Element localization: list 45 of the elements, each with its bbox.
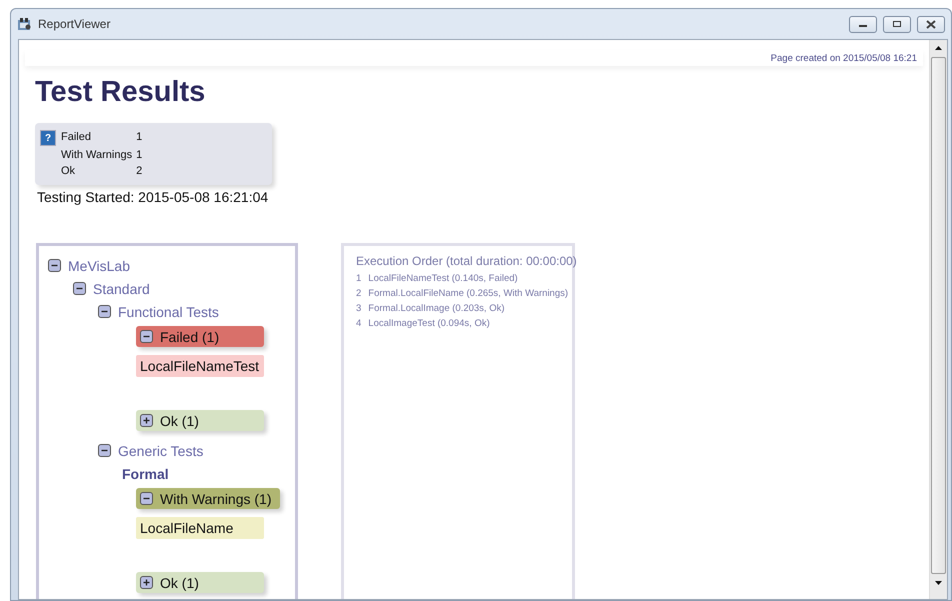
expand-icon[interactable] bbox=[140, 576, 153, 589]
status-group[interactable]: With Warnings (1) bbox=[136, 488, 280, 509]
execution-number: 2 bbox=[356, 288, 362, 299]
app-icon bbox=[17, 17, 32, 31]
collapse-icon[interactable] bbox=[140, 492, 153, 505]
summary-count: 1 bbox=[136, 149, 144, 161]
tree-node[interactable]: Functional Tests bbox=[118, 304, 219, 320]
summary-label: Failed bbox=[61, 131, 92, 145]
collapse-icon[interactable] bbox=[140, 330, 153, 343]
expand-icon[interactable] bbox=[140, 414, 153, 427]
maximize-button[interactable] bbox=[883, 16, 911, 32]
summary-label: Ok bbox=[61, 165, 76, 177]
summary-count: 2 bbox=[136, 165, 144, 177]
window-title: ReportViewer bbox=[38, 17, 112, 31]
summary-count: 1 bbox=[136, 131, 144, 145]
collapse-icon[interactable] bbox=[98, 305, 111, 318]
collapse-icon[interactable] bbox=[48, 259, 61, 272]
execution-number: 1 bbox=[356, 273, 362, 284]
test-item[interactable]: LocalFileName bbox=[136, 517, 264, 539]
page-created-text: Page created on 2015/05/08 16:21 bbox=[770, 52, 917, 64]
collapse-icon[interactable] bbox=[98, 444, 111, 457]
maximize-icon bbox=[892, 20, 902, 28]
execution-entry: LocalImageTest (0.094s, Ok) bbox=[368, 318, 490, 329]
tree-node[interactable]: Generic Tests bbox=[118, 442, 204, 458]
execution-entry: LocalFileNameTest (0.140s, Failed) bbox=[368, 273, 518, 284]
tree-node[interactable]: Standard bbox=[93, 280, 150, 296]
scrollbar[interactable] bbox=[929, 40, 947, 599]
test-item[interactable]: LocalFileNameTest bbox=[136, 355, 264, 377]
status-group[interactable]: Ok (1) bbox=[136, 410, 264, 431]
tree-node[interactable]: MeVisLab bbox=[68, 258, 130, 274]
summary-label: With Warnings bbox=[61, 149, 134, 161]
close-button[interactable] bbox=[917, 16, 945, 32]
collapse-icon[interactable] bbox=[73, 282, 86, 295]
close-icon bbox=[926, 20, 936, 28]
page-title: Test Results bbox=[35, 76, 206, 109]
execution-entry: Formal.LocalFileName (0.265s, With Warnings) bbox=[368, 288, 568, 299]
help-icon[interactable]: ? bbox=[41, 131, 55, 145]
minimize-button[interactable] bbox=[849, 16, 877, 32]
tree-heading: Formal bbox=[122, 464, 170, 484]
execution-number: 4 bbox=[356, 318, 362, 329]
testing-started-text: Testing Started: 2015-05-08 16:21:04 bbox=[37, 189, 270, 205]
status-group[interactable]: Failed (1) bbox=[136, 326, 264, 347]
execution-entry: Formal.LocalImage (0.203s, Ok) bbox=[368, 303, 505, 314]
status-group[interactable]: Ok (1) bbox=[136, 572, 264, 593]
execution-number: 3 bbox=[356, 303, 362, 314]
